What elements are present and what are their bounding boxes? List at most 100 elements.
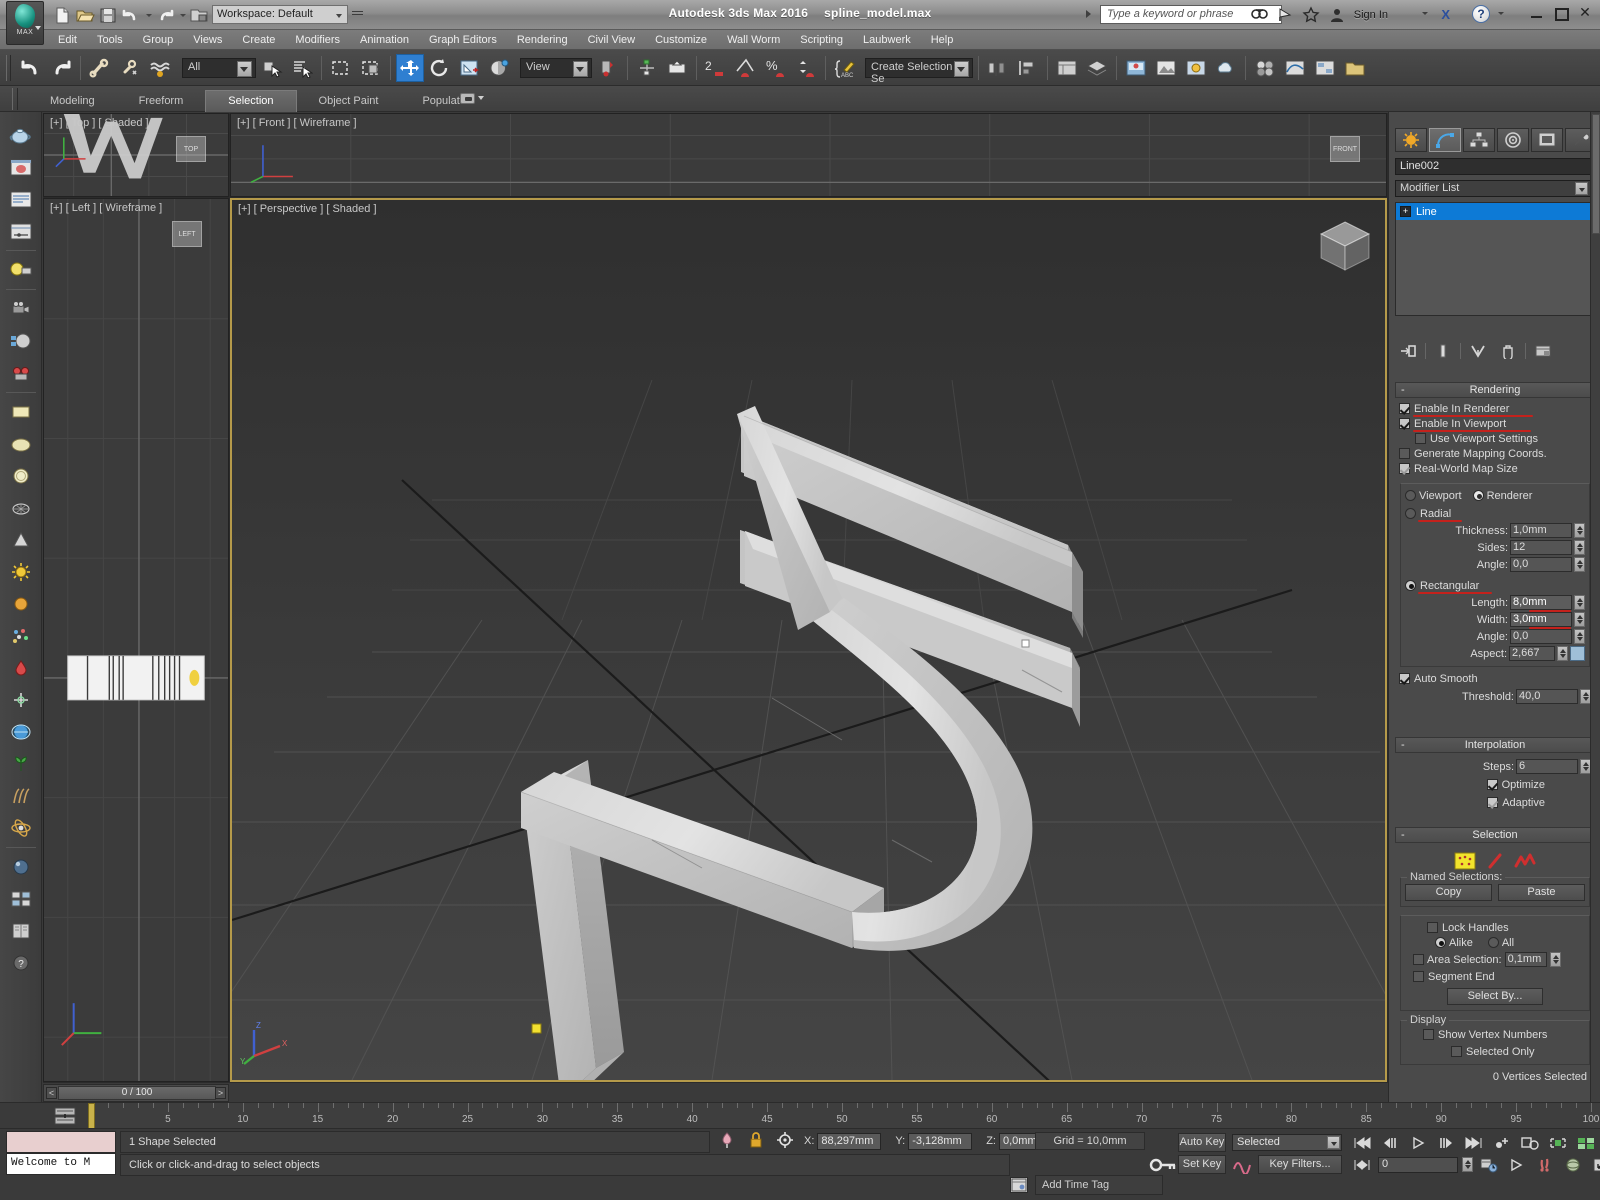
sides-field[interactable]: 12	[1510, 540, 1572, 555]
auto-smooth-checkbox[interactable]	[1399, 673, 1410, 684]
generate-mapping-coords-checkbox[interactable]	[1399, 448, 1410, 459]
sign-in-label[interactable]: Sign In	[1354, 9, 1388, 21]
bind-to-space-warp-icon[interactable]	[146, 54, 174, 82]
toggle-scene-explorer-icon[interactable]	[1053, 54, 1081, 82]
menu-item-customize[interactable]: Customize	[645, 32, 717, 48]
rectangular-radio[interactable]	[1405, 580, 1416, 591]
named-selection-sets-combo[interactable]: Create Selection Se	[865, 57, 973, 85]
alike-radio[interactable]	[1435, 937, 1446, 948]
redo-dropdown-icon[interactable]	[178, 6, 186, 24]
unlink-selection-icon[interactable]	[116, 54, 144, 82]
new-scene-icon[interactable]	[52, 5, 72, 25]
question-icon[interactable]: ?	[4, 948, 38, 978]
enable-in-viewport-checkbox[interactable]	[1399, 418, 1410, 429]
select-object-icon[interactable]	[258, 54, 286, 82]
radial-row[interactable]: Radial	[1405, 506, 1585, 522]
rect-angle-field[interactable]: 0,0	[1510, 629, 1572, 644]
menu-item-modifiers[interactable]: Modifiers	[285, 32, 350, 48]
redo-icon[interactable]	[155, 5, 175, 25]
select-by-name-icon[interactable]	[288, 54, 316, 82]
search-icon[interactable]	[1250, 6, 1268, 24]
adaptive-row[interactable]: Adaptive	[1399, 795, 1591, 810]
remove-modifier-icon[interactable]	[1495, 341, 1521, 361]
key-step-icon[interactable]	[1350, 1155, 1374, 1174]
maximize-button[interactable]	[1554, 6, 1569, 21]
ribbon-tab-modeling[interactable]: Modeling	[28, 91, 117, 112]
menu-item-edit[interactable]: Edit	[48, 32, 87, 48]
lock-handles-row[interactable]: Lock Handles	[1405, 920, 1585, 935]
render-preview-icon[interactable]	[4, 152, 38, 182]
lock-selection-icon[interactable]	[748, 1131, 764, 1152]
rectangular-selection-region-icon[interactable]	[327, 54, 355, 82]
key-filters-curve-icon[interactable]	[1232, 1155, 1254, 1176]
select-and-manipulate-icon[interactable]	[633, 54, 661, 82]
generate-mapping-coords-row[interactable]: Generate Mapping Coords.	[1399, 446, 1591, 461]
viewport-top[interactable]: TOP [+] [ Top ] [ Shaded ]	[43, 113, 229, 197]
pan-view-icon[interactable]	[1505, 1155, 1529, 1174]
modifier-stack[interactable]: + Line	[1395, 202, 1591, 316]
colorpicker-icon[interactable]	[4, 358, 38, 388]
pin-stack-icon[interactable]	[1395, 341, 1421, 361]
thickness-spinner[interactable]	[1574, 523, 1585, 538]
align-icon[interactable]	[1014, 54, 1042, 82]
use-pivot-center-icon[interactable]	[594, 54, 622, 82]
view-cube[interactable]	[1315, 218, 1371, 271]
time-tag-icon[interactable]	[1010, 1177, 1028, 1193]
workspace-combo[interactable]: Workspace: Default	[212, 5, 348, 24]
segment-end-row[interactable]: Segment End	[1405, 969, 1585, 984]
cone-icon[interactable]	[4, 525, 38, 555]
rect-angle-spinner[interactable]	[1574, 629, 1585, 644]
grid-layout-icon[interactable]	[4, 884, 38, 914]
vertex-level-icon[interactable]	[1454, 852, 1476, 873]
search-expand-icon[interactable]	[1086, 10, 1094, 20]
project-folder-icon[interactable]	[1341, 54, 1369, 82]
key-mode-chevron-icon[interactable]	[1327, 1136, 1340, 1149]
selected-only-row[interactable]: Selected Only	[1405, 1044, 1585, 1059]
open-mini-curve-editor-icon[interactable]	[52, 1106, 78, 1126]
next-frame-arrow[interactable]: >	[215, 1087, 226, 1099]
configure-sets-icon[interactable]	[1530, 341, 1556, 361]
time-slider[interactable]: < 0 / 100 >	[43, 1084, 229, 1102]
enable-in-viewport-row[interactable]: Enable In Viewport	[1399, 416, 1591, 432]
ribbon-tab-selection[interactable]: Selection	[205, 90, 297, 112]
optimize-checkbox[interactable]	[1486, 779, 1498, 790]
paint-drop-icon[interactable]	[4, 653, 38, 683]
save-file-icon[interactable]	[98, 5, 118, 25]
menu-item-graph-editors[interactable]: Graph Editors	[419, 32, 507, 48]
auto-smooth-row[interactable]: Auto Smooth	[1399, 671, 1591, 686]
percent-snap-toggle-icon[interactable]: %	[762, 54, 790, 82]
prev-frame-icon[interactable]	[1378, 1133, 1402, 1152]
rendered-frame-window-icon[interactable]	[1152, 54, 1180, 82]
ribbon-tab-freeform[interactable]: Freeform	[117, 91, 206, 112]
sphere-orange-icon[interactable]	[4, 589, 38, 619]
copy-button[interactable]: Copy	[1405, 884, 1492, 901]
auto-key-button[interactable]: Auto Key	[1178, 1133, 1226, 1152]
rendering-rollout-header[interactable]: - Rendering	[1395, 382, 1595, 398]
curve-editor-panel-icon[interactable]	[4, 216, 38, 246]
threshold-field[interactable]: 40,0	[1516, 689, 1578, 704]
all-radio[interactable]	[1487, 937, 1499, 948]
teapot-wire-icon[interactable]	[4, 493, 38, 523]
menu-item-help[interactable]: Help	[921, 32, 964, 48]
toolbar-grip[interactable]	[6, 54, 11, 81]
goto-end-icon[interactable]	[1462, 1133, 1486, 1152]
atom-icon[interactable]	[4, 813, 38, 843]
material-sphere-icon[interactable]	[4, 326, 38, 356]
exchange-app-icon[interactable]	[1276, 6, 1294, 24]
snaps-use-axis-constraint-icon[interactable]	[663, 54, 691, 82]
key-mode-toggle-icon[interactable]	[1148, 1155, 1178, 1178]
area-selection-row[interactable]: Area Selection: 0,1mm	[1405, 952, 1585, 967]
radial-angle-spinner[interactable]	[1574, 557, 1585, 572]
spline-level-icon[interactable]	[1514, 852, 1536, 873]
ribbon-options-icon[interactable]	[460, 90, 486, 106]
thickness-field[interactable]: 1,0mm	[1510, 523, 1572, 538]
rectangular-row[interactable]: Rectangular	[1405, 578, 1585, 594]
menu-item-group[interactable]: Group	[133, 32, 184, 48]
redo-scene-operation-icon[interactable]	[47, 54, 75, 82]
time-slider-handle[interactable]: 0 / 100	[58, 1086, 216, 1100]
help-icon[interactable]: ?	[1472, 5, 1490, 23]
time-configuration-icon[interactable]	[1518, 1133, 1542, 1152]
show-end-result-icon[interactable]	[1430, 341, 1456, 361]
mirror-icon[interactable]	[984, 54, 1012, 82]
select-and-move-icon[interactable]	[396, 53, 424, 82]
